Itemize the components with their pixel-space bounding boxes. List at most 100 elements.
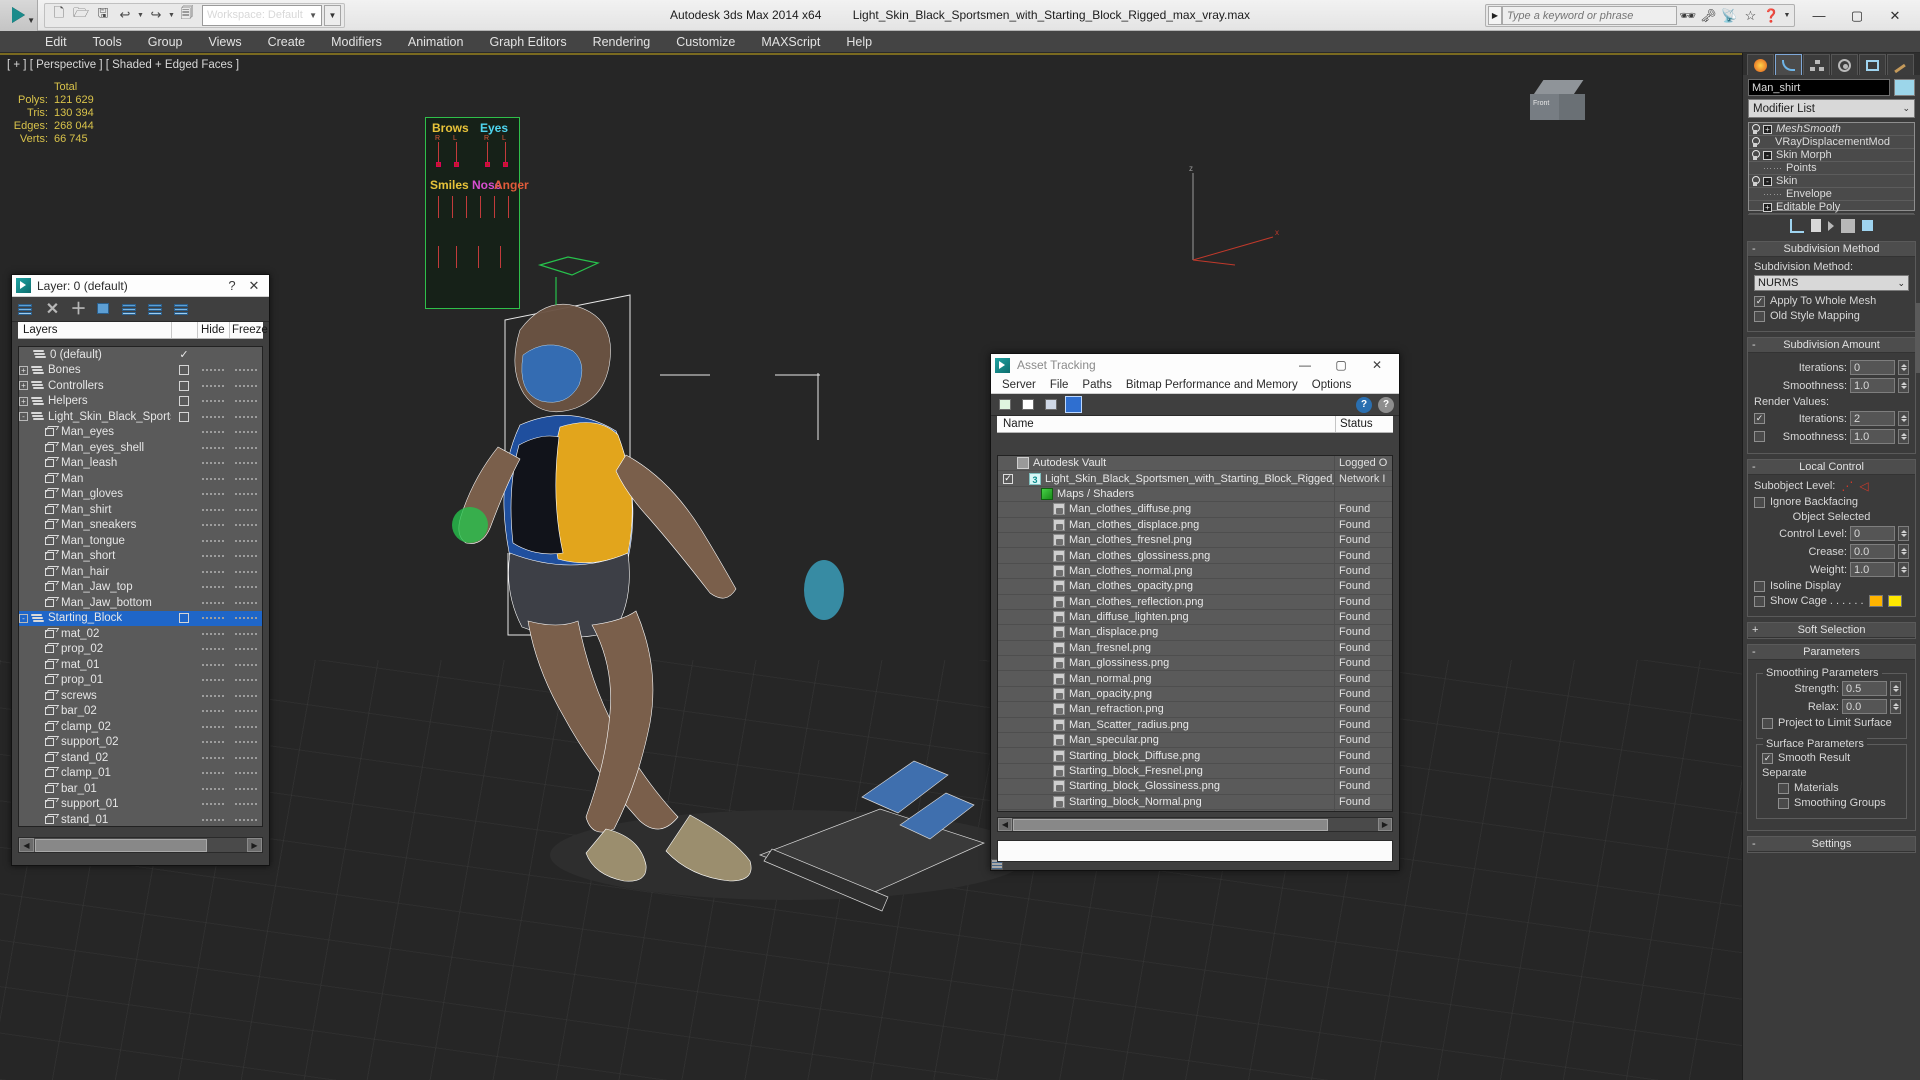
layer-hide-cell[interactable] — [197, 431, 229, 434]
layer-row-name-cell[interactable]: Man_shirt — [19, 504, 171, 516]
layer-freeze-cell[interactable] — [229, 446, 262, 449]
asset-checkbox[interactable]: ✓ — [1003, 473, 1013, 484]
layer-row-name-cell[interactable]: Man_gloves — [19, 488, 171, 500]
layer-freeze-cell[interactable] — [229, 431, 262, 434]
layer-row[interactable]: bar_02 — [19, 704, 262, 720]
layer-hide-cell[interactable] — [197, 462, 229, 465]
hide-toggle-icon[interactable] — [202, 555, 224, 558]
search-expand-button[interactable]: ▶ — [1488, 6, 1502, 25]
layer-freeze-cell[interactable] — [229, 741, 262, 744]
asset-horizontal-scrollbar[interactable]: ◀ ▶ — [997, 817, 1393, 832]
view-cube[interactable]: Front — [1530, 80, 1592, 132]
layer-row[interactable]: + Bones — [19, 363, 262, 379]
asset-row[interactable]: Starting_block_Normal.png Found — [998, 794, 1392, 810]
hide-toggle-icon[interactable] — [202, 756, 224, 759]
asset-list[interactable]: Autodesk Vault Logged O ✓ 3 Light_Skin_Black… — [997, 455, 1393, 812]
hide-toggle-icon[interactable] — [202, 446, 224, 449]
hide-toggle-icon[interactable] — [202, 787, 224, 790]
asset-name-cell[interactable]: Maps / Shaders — [998, 486, 1335, 502]
layer-row-name-cell[interactable]: prop_02 — [19, 643, 171, 655]
modifier-stack-row[interactable]: + MeshSmooth — [1749, 123, 1914, 136]
asset-row[interactable]: Man_fresnel.png Found — [998, 640, 1392, 657]
new-layer-icon[interactable] — [18, 301, 35, 318]
asset-row[interactable]: Man_clothes_normal.png Found — [998, 563, 1392, 580]
rollout-header[interactable]: - Parameters — [1748, 645, 1915, 660]
freeze-toggle-icon[interactable] — [234, 415, 257, 418]
layer-row-name-cell[interactable]: support_01 — [19, 798, 171, 810]
object-name-field[interactable]: Man_shirt — [1748, 79, 1890, 96]
layer-row[interactable]: Man — [19, 471, 262, 487]
display-tab[interactable] — [1859, 54, 1886, 75]
asset-name-cell[interactable]: Man_fresnel.png — [998, 640, 1335, 656]
hide-toggle-icon[interactable] — [202, 400, 224, 403]
menu-item-graph-editors[interactable]: Graph Editors — [476, 31, 579, 53]
vertex-subobject-icon[interactable]: ⋰ — [1841, 479, 1853, 493]
asset-row[interactable]: Man_glossiness.png Found — [998, 655, 1392, 672]
asset-row[interactable]: Man_clothes_diffuse.png Found — [998, 501, 1392, 518]
hide-toggle-icon[interactable] — [202, 415, 224, 418]
column-name[interactable]: Name — [997, 416, 1336, 432]
freeze-toggle-icon[interactable] — [234, 648, 257, 651]
asset-row[interactable]: Man_opacity.png Found — [998, 686, 1392, 703]
modifier-list-dropdown[interactable]: Modifier List ⌄ — [1748, 99, 1915, 118]
layer-row-name-cell[interactable]: bar_02 — [19, 705, 171, 717]
hide-toggle-icon[interactable] — [202, 524, 224, 527]
freeze-toggle-icon[interactable] — [234, 570, 257, 573]
menu-item-views[interactable]: Views — [195, 31, 254, 53]
remove-modifier-icon[interactable] — [1841, 218, 1855, 233]
freeze-toggle-icon[interactable] — [234, 725, 257, 728]
layer-select-cell[interactable] — [171, 396, 197, 407]
layer-hide-cell[interactable] — [197, 524, 229, 527]
modifier-stack-row[interactable]: ⋯⋯ Envelope — [1749, 188, 1914, 201]
set-project-folder-icon[interactable]: 🗐 — [176, 4, 198, 26]
layer-freeze-cell[interactable] — [229, 570, 262, 573]
search-input[interactable] — [1502, 6, 1677, 25]
freeze-toggle-icon[interactable] — [234, 400, 257, 403]
layer-freeze-cell[interactable] — [229, 756, 262, 759]
layer-hide-cell[interactable] — [197, 586, 229, 589]
layer-row-name-cell[interactable]: Man_eyes_shell — [19, 442, 171, 454]
layer-hide-cell[interactable] — [197, 617, 229, 620]
modifier-stack-row[interactable]: - Skin — [1749, 175, 1914, 188]
layer-hide-cell[interactable] — [197, 803, 229, 806]
hide-toggle-icon[interactable] — [202, 586, 224, 589]
workspace-selector[interactable]: Workspace: Default ▼ — [202, 4, 322, 26]
layer-row[interactable]: Man_Jaw_top — [19, 580, 262, 596]
layer-row[interactable]: support_01 — [19, 797, 262, 813]
rollout-header[interactable]: - Local Control — [1748, 460, 1915, 475]
layer-hide-cell[interactable] — [197, 384, 229, 387]
asset-dialog-titlebar[interactable]: Asset Tracking — ▢ ✕ — [991, 354, 1399, 376]
menu-item-rendering[interactable]: Rendering — [580, 31, 664, 53]
expand-icon[interactable]: + — [19, 381, 28, 391]
layer-row[interactable]: support_02 — [19, 735, 262, 751]
project-to-limit-surface-checkbox[interactable] — [1762, 717, 1773, 729]
hide-toggle-icon[interactable] — [202, 803, 224, 806]
asset-menu-item-file[interactable]: File — [1043, 376, 1076, 394]
viewport-label[interactable]: [ + ] [ Perspective ] [ Shaded + Edged F… — [7, 59, 239, 71]
crease-input[interactable]: 0.0 — [1850, 544, 1895, 559]
scroll-left-arrow-icon[interactable]: ◀ — [19, 838, 34, 852]
hide-toggle-icon[interactable] — [202, 462, 224, 465]
hide-toggle-icon[interactable] — [202, 710, 224, 713]
freeze-toggle-icon[interactable] — [234, 617, 257, 620]
star-icon[interactable]: ☆ — [1740, 5, 1761, 26]
asset-name-cell[interactable]: Man_clothes_normal.png — [998, 563, 1335, 579]
menu-item-group[interactable]: Group — [135, 31, 196, 53]
checkbox[interactable] — [179, 380, 189, 391]
minimize-button[interactable]: — — [1287, 358, 1323, 372]
add-layer-icon[interactable]: ＋ — [70, 301, 87, 318]
asset-row[interactable]: Man_clothes_displace.png Found — [998, 517, 1392, 533]
strength-spinner[interactable] — [1890, 681, 1901, 696]
freeze-toggle-icon[interactable] — [234, 524, 257, 527]
hide-toggle-icon[interactable] — [202, 369, 224, 372]
freeze-toggle-icon[interactable] — [234, 431, 257, 434]
layer-row-name-cell[interactable]: 0 (default) — [19, 349, 171, 361]
hierarchy-tab[interactable] — [1803, 54, 1830, 75]
asset-name-cell[interactable]: Starting_block_Glossiness.png — [998, 778, 1335, 795]
layer-row[interactable]: + Helpers — [19, 394, 262, 410]
maximize-button[interactable]: ▢ — [1838, 0, 1876, 31]
layer-freeze-cell[interactable] — [229, 586, 262, 589]
freeze-toggle-icon[interactable] — [234, 772, 257, 775]
project-to-limit-surface-row[interactable]: Project to Limit Surface — [1762, 717, 1901, 729]
layer-row[interactable]: Man_shirt — [19, 502, 262, 518]
